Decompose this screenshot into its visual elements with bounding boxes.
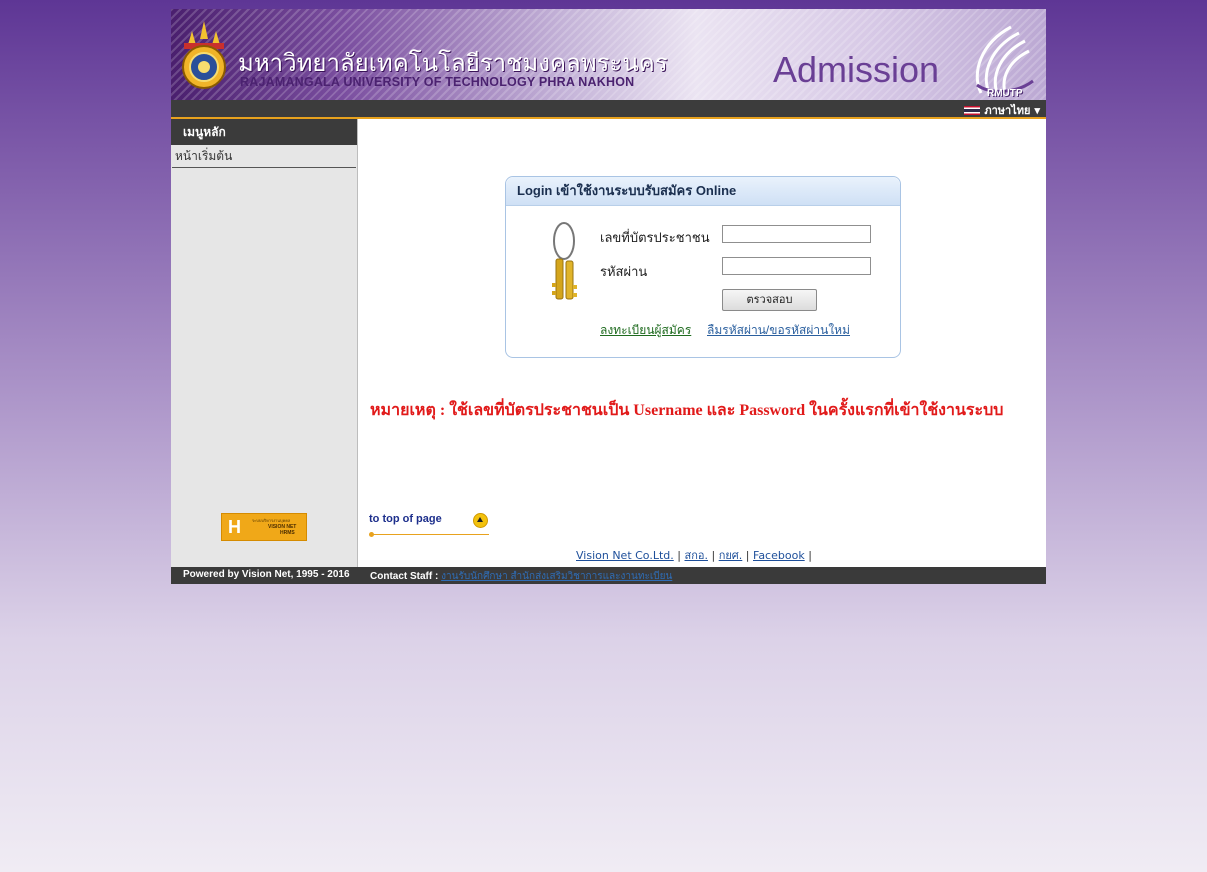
top-bar: ภาษาไทย ▾: [171, 100, 1046, 119]
login-panel: Login เข้าใช้งานระบบรับสมัคร Online เลขท…: [505, 176, 901, 358]
vision-net-logo-letter: H: [228, 517, 241, 537]
contact-label: Contact Staff :: [370, 571, 439, 582]
site-header: มหาวิทยาลัยเทคโนโลยีราชมงคลพระนคร RAJAMA…: [171, 9, 1046, 100]
sidebar-heading: เมนูหลัก: [171, 119, 357, 145]
rmutp-label: RMUTP: [987, 88, 1023, 99]
id-card-label: เลขที่บัตรประชาชน: [600, 231, 710, 246]
language-label: ภาษาไทย: [984, 105, 1031, 117]
id-card-input[interactable]: [722, 225, 871, 243]
contact-staff-link[interactable]: งานรับนักศึกษา สำนักส่งเสริมวิชาการและงา…: [441, 571, 672, 582]
university-name-en: RAJAMANGALA UNIVERSITY OF TECHNOLOGY PHR…: [240, 75, 635, 89]
university-seal-icon: [182, 21, 226, 89]
contact-staff: Contact Staff : งานรับนักศึกษา สำนักส่งเ…: [370, 569, 672, 584]
login-note: หมายเหตุ : ใช้เลขที่บัตรประชาชนเป็น User…: [370, 402, 1004, 419]
bottom-bar: Powered by Vision Net, 1995 - 2016 Conta…: [171, 567, 1046, 584]
footer-link-facebook[interactable]: Facebook: [753, 549, 805, 562]
password-input[interactable]: [722, 257, 871, 275]
keys-icon: [552, 222, 577, 300]
admission-title: Admission: [773, 49, 940, 90]
page-container: มหาวิทยาลัยเทคโนโลยีราชมงคลพระนคร RAJAMA…: [171, 9, 1046, 584]
to-top-divider: [371, 534, 489, 535]
password-label: รหัสผ่าน: [600, 265, 648, 280]
footer-link-ohec[interactable]: สกอ.: [684, 549, 707, 562]
footer-link-slf[interactable]: กยศ.: [719, 549, 743, 562]
footer-link-visionnet[interactable]: Vision Net Co.Ltd.: [576, 549, 674, 562]
login-title: Login เข้าใช้งานระบบรับสมัคร Online: [506, 177, 900, 206]
vision-net-logo-line3: HRMS: [280, 530, 295, 536]
language-selector[interactable]: ภาษาไทย ▾: [964, 101, 1040, 119]
thai-flag-icon: [964, 105, 981, 115]
chevron-down-icon: ▾: [1034, 104, 1040, 117]
arrow-up-icon[interactable]: [473, 513, 488, 528]
vision-net-logo[interactable]: H ระบบบริหารงานบุคคล VISION NET HRMS: [221, 513, 307, 541]
check-button[interactable]: ตรวจสอบ: [722, 289, 817, 311]
footer-links: Vision Net Co.Ltd. | สกอ. | กยศ. | Faceb…: [576, 549, 812, 562]
sidebar-item-home[interactable]: หน้าเริ่มต้น: [172, 145, 356, 168]
powered-by-text: Powered by Vision Net, 1995 - 2016: [183, 569, 350, 580]
sidebar: เมนูหลัก หน้าเริ่มต้น H ระบบบริหารงานบุค…: [171, 119, 358, 567]
register-link[interactable]: ลงทะเบียนผู้สมัคร: [600, 321, 691, 340]
to-top-link[interactable]: to top of page: [369, 513, 442, 525]
vision-net-logo-line1: ระบบบริหารงานบุคคล: [252, 518, 291, 523]
forgot-password-link[interactable]: ลืมรหัสผ่าน/ขอรหัสผ่านใหม่: [707, 321, 850, 340]
